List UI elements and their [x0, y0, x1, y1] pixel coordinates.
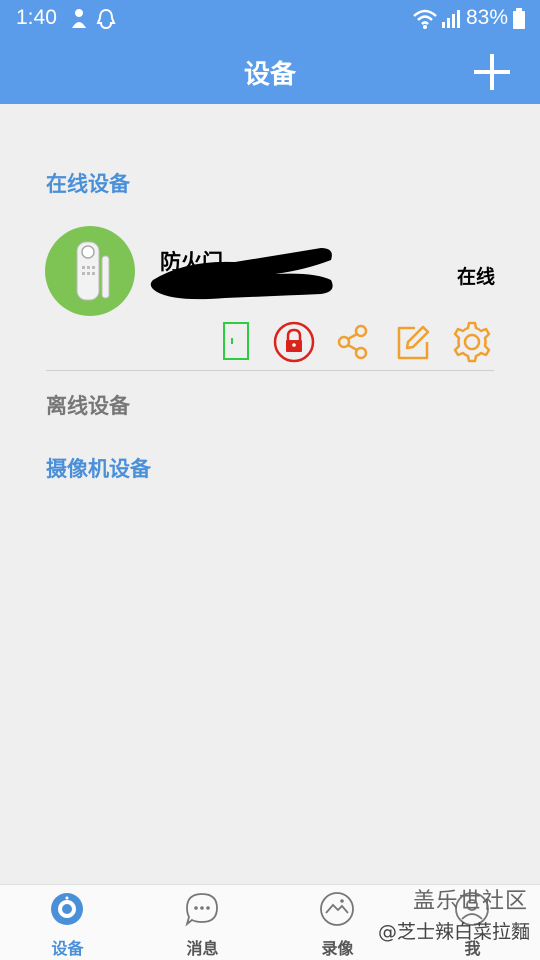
add-device-button[interactable] [472, 52, 512, 92]
message-icon [185, 893, 218, 927]
share-icon[interactable] [331, 320, 375, 364]
tab-label: 消息 [186, 939, 219, 958]
page-title: 设备 [243, 60, 296, 90]
offline-devices-header[interactable]: 离线设备 [46, 390, 130, 420]
door-sensor-device-icon [76, 241, 110, 301]
lock-icon[interactable] [272, 320, 316, 364]
watermark-community: 盖乐世社区 [412, 889, 528, 914]
settings-icon[interactable] [450, 320, 494, 364]
signal-icon [442, 10, 460, 28]
notification-app-icon [72, 9, 86, 28]
app-bar: 设备 [0, 38, 540, 104]
status-time: 1:40 [16, 6, 57, 29]
door-sensor-icon[interactable] [214, 320, 258, 364]
divider [46, 370, 494, 371]
gallery-icon [320, 892, 354, 926]
device-avatar[interactable] [45, 226, 135, 316]
edit-icon[interactable] [391, 320, 435, 364]
qq-icon [96, 8, 116, 30]
wifi-icon [413, 9, 437, 29]
tab-messages[interactable]: 消息 [135, 885, 270, 960]
status-bar: 1:40 83% [0, 0, 540, 38]
battery-percent: 83% [465, 6, 508, 29]
redaction-scribble [150, 248, 333, 300]
watermark-author: @芝士辣白菜拉麵 [377, 921, 530, 943]
camera-devices-header[interactable]: 摄像机设备 [46, 453, 151, 483]
tab-devices[interactable]: 设备 [0, 885, 135, 960]
online-devices-header[interactable]: 在线设备 [46, 168, 130, 198]
camera-icon [51, 893, 83, 925]
device-status: 在线 [456, 266, 495, 288]
tab-label: 设备 [51, 939, 84, 958]
battery-icon [513, 8, 525, 29]
